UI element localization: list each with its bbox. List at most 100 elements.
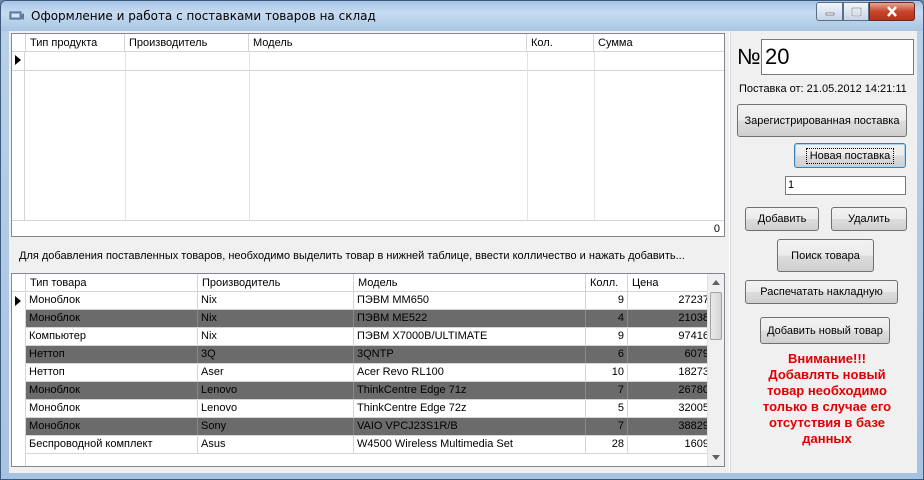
minimize-button[interactable] xyxy=(816,2,843,21)
cell-quantity[interactable]: 28 xyxy=(586,436,628,453)
title-bar[interactable]: Оформление и работа с поставками товаров… xyxy=(1,1,923,31)
column-header-quantity[interactable]: Колл. xyxy=(586,274,628,292)
new-delivery-label: Новая поставка xyxy=(805,147,895,164)
cell-quantity[interactable]: 6 xyxy=(586,346,628,363)
cell-quantity[interactable]: 7 xyxy=(586,382,628,399)
cell-quantity[interactable]: 4 xyxy=(586,310,628,327)
cell-manufacturer[interactable]: Nix xyxy=(198,292,354,309)
scroll-down-button[interactable] xyxy=(708,449,724,466)
new-delivery-button[interactable]: Новая поставка xyxy=(794,143,906,168)
cell-price[interactable]: 38829 xyxy=(628,418,713,435)
table-row[interactable]: Моноблок Lenovo ThinkCentre Edge 71z 7 26780 xyxy=(26,382,713,400)
delivery-grid-header: Тип продукта Производитель Модель Кол. С… xyxy=(12,34,724,52)
cell-price[interactable]: 1609 xyxy=(628,436,713,453)
cell-quantity[interactable]: 10 xyxy=(586,364,628,381)
table-row[interactable]: Беспроводной комплект Asus W4500 Wireless … xyxy=(26,436,713,454)
minimize-icon xyxy=(825,12,834,15)
cell-price[interactable]: 26780 xyxy=(628,382,713,399)
cell-manufacturer[interactable]: Sony xyxy=(198,418,354,435)
column-header-product-type[interactable]: Тип продукта xyxy=(26,34,125,52)
column-header-item-type[interactable]: Тип товара xyxy=(26,274,198,292)
cell-price[interactable]: 6079 xyxy=(628,346,713,363)
catalog-scrollbar[interactable] xyxy=(707,274,724,466)
table-row[interactable]: Моноблок Sony VAIO VPCJ23S1R/B 7 38829 xyxy=(26,418,713,436)
column-header-model[interactable]: Модель xyxy=(354,274,586,292)
column-header-quantity[interactable]: Кол. xyxy=(527,34,594,52)
cell-quantity[interactable]: 9 xyxy=(586,292,628,309)
cell-quantity[interactable]: 5 xyxy=(586,400,628,417)
cell-item-type[interactable]: Моноблок xyxy=(26,310,198,327)
column-header-price[interactable]: Цена xyxy=(628,274,713,292)
table-row[interactable]: Неттоп 3Q 3QNTP 6 6079 xyxy=(26,346,713,364)
cell-model[interactable]: ПЭВМ ME522 xyxy=(354,310,586,327)
print-invoice-label: Распечатать накладную xyxy=(760,286,883,298)
cell-manufacturer[interactable]: Asus xyxy=(198,436,354,453)
window-title: Оформление и работа с поставками товаров… xyxy=(31,9,376,23)
catalog-grid[interactable]: Тип товара Производитель Модель Колл. Це… xyxy=(11,273,725,467)
add-new-product-button[interactable]: Добавить новый товар xyxy=(760,317,890,344)
column-divider xyxy=(125,52,126,220)
cell-item-type[interactable]: Беспроводной комплект xyxy=(26,436,198,453)
cell-model[interactable]: 3QNTP xyxy=(354,346,586,363)
current-row-arrow-icon xyxy=(15,55,21,65)
cell-quantity[interactable]: 7 xyxy=(586,418,628,435)
column-header-manufacturer[interactable]: Производитель xyxy=(198,274,354,292)
column-header-model[interactable]: Модель xyxy=(249,34,527,52)
table-row[interactable]: Моноблок Lenovo ThinkCentre Edge 72z 5 32005 xyxy=(26,400,713,418)
cell-model[interactable]: Acer Revo RL100 xyxy=(354,364,586,381)
search-product-button[interactable]: Поиск товара xyxy=(777,239,874,272)
cell-model[interactable]: W4500 Wireless Multimedia Set xyxy=(354,436,586,453)
cell-quantity[interactable]: 9 xyxy=(586,328,628,345)
cell-model[interactable]: ThinkCentre Edge 72z xyxy=(354,400,586,417)
quantity-input[interactable]: 1 xyxy=(785,176,906,195)
cell-item-type[interactable]: Моноблок xyxy=(26,400,198,417)
delete-label: Удалить xyxy=(848,213,890,225)
row-header-column xyxy=(12,292,26,466)
table-row[interactable]: Компьютер Nix ПЭВМ X7000B/ULTIMATE 9 97416 xyxy=(26,328,713,346)
cell-model[interactable]: VAIO VPCJ23S1R/B xyxy=(354,418,586,435)
cell-price[interactable]: 27237 xyxy=(628,292,713,309)
cell-manufacturer[interactable]: 3Q xyxy=(198,346,354,363)
cell-item-type[interactable]: Компьютер xyxy=(26,328,198,345)
cell-model[interactable]: ПЭВМ MM650 xyxy=(354,292,586,309)
column-header-sum[interactable]: Сумма xyxy=(594,34,724,52)
table-row[interactable]: Неттоп Aser Acer Revo RL100 10 18273 xyxy=(26,364,713,382)
close-button[interactable] xyxy=(869,2,915,21)
cell-item-type[interactable]: Моноблок xyxy=(26,382,198,399)
cell-item-type[interactable]: Неттоп xyxy=(26,346,198,363)
add-button[interactable]: Добавить xyxy=(745,207,819,231)
column-header-manufacturer[interactable]: Производитель xyxy=(125,34,249,52)
cell-price[interactable]: 21038 xyxy=(628,310,713,327)
cell-item-type[interactable]: Неттоп xyxy=(26,364,198,381)
cell-price[interactable]: 97416 xyxy=(628,328,713,345)
cell-item-type[interactable]: Моноблок xyxy=(26,418,198,435)
cell-price[interactable]: 32005 xyxy=(628,400,713,417)
total-row: 0 xyxy=(12,220,724,236)
cell-manufacturer[interactable]: Nix xyxy=(198,328,354,345)
table-row[interactable]: Моноблок Nix ПЭВМ MM650 9 27237 xyxy=(26,292,713,310)
new-row-separator xyxy=(12,70,724,71)
delivery-number-field[interactable]: 20 xyxy=(761,39,914,75)
cell-model[interactable]: ПЭВМ X7000B/ULTIMATE xyxy=(354,328,586,345)
cell-model[interactable]: ThinkCentre Edge 71z xyxy=(354,382,586,399)
add-label: Добавить xyxy=(757,213,807,225)
print-invoice-button[interactable]: Распечатать накладную xyxy=(745,280,898,304)
table-row[interactable]: Моноблок Nix ПЭВМ ME522 4 21038 xyxy=(26,310,713,328)
scroll-up-button[interactable] xyxy=(708,274,724,291)
delete-button[interactable]: Удалить xyxy=(831,207,907,231)
row-header-corner xyxy=(12,274,26,292)
column-divider xyxy=(249,52,250,220)
client-area: Тип продукта Производитель Модель Кол. С… xyxy=(9,31,917,473)
registered-delivery-button[interactable]: Зарегистрированная поставка xyxy=(737,104,907,137)
cell-manufacturer[interactable]: Lenovo xyxy=(198,400,354,417)
delivery-date-label: Поставка от: 21.05.2012 14:21:11 xyxy=(739,83,907,95)
app-icon xyxy=(9,11,24,20)
cell-item-type[interactable]: Моноблок xyxy=(26,292,198,309)
maximize-button[interactable] xyxy=(843,2,869,21)
cell-manufacturer[interactable]: Nix xyxy=(198,310,354,327)
delivery-items-grid[interactable]: Тип продукта Производитель Модель Кол. С… xyxy=(11,33,725,237)
cell-price[interactable]: 18273 xyxy=(628,364,713,381)
cell-manufacturer[interactable]: Aser xyxy=(198,364,354,381)
cell-manufacturer[interactable]: Lenovo xyxy=(198,382,354,399)
scroll-thumb[interactable] xyxy=(710,292,722,340)
